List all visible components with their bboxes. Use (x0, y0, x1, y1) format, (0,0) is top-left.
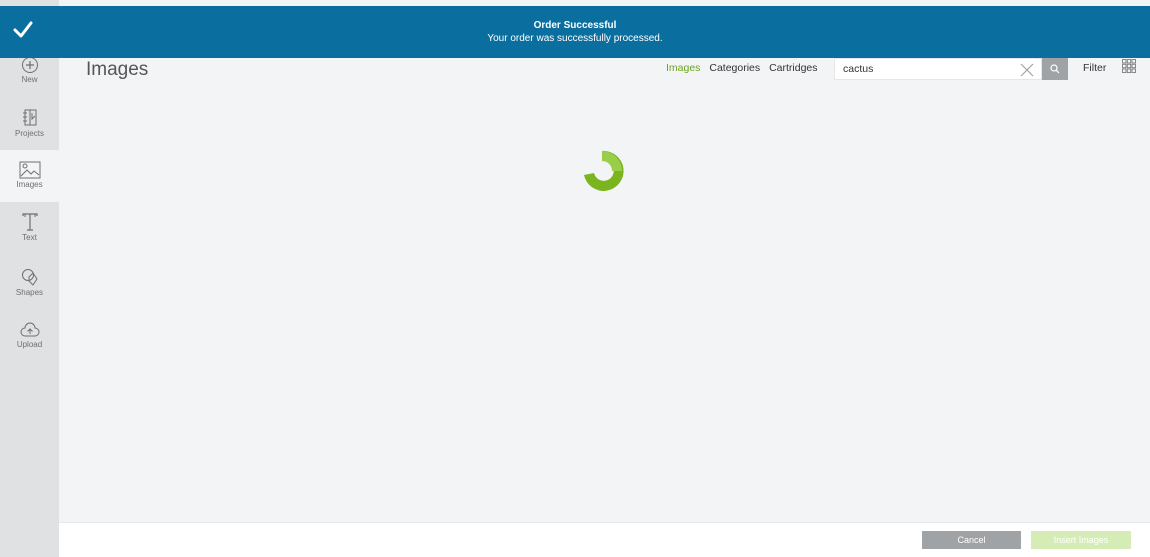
tab-cartridges[interactable]: Cartridges (769, 62, 817, 74)
sidebar-item-text[interactable]: Text (0, 210, 59, 262)
projects-icon (22, 109, 36, 126)
sidebar-item-images[interactable]: Images (0, 150, 59, 202)
filter-button[interactable]: Filter (1083, 62, 1106, 74)
sidebar-item-label: Text (22, 233, 37, 242)
sidebar-item-upload[interactable]: Upload (0, 318, 59, 370)
view-tabs: Images Categories Cartridges (666, 62, 824, 74)
text-icon (21, 213, 38, 231)
insert-images-button[interactable]: Insert Images (1031, 531, 1131, 549)
search-box (834, 58, 1042, 80)
notification-message: Order Successful Your order was successf… (0, 19, 1150, 45)
sidebar-item-shapes[interactable]: Shapes (0, 264, 59, 316)
notification-text: Your order was successfully processed. (487, 33, 663, 44)
plus-circle-icon (21, 57, 38, 73)
tab-images[interactable]: Images (666, 62, 700, 74)
search-button[interactable] (1042, 58, 1068, 80)
sidebar-item-label: Upload (16, 340, 43, 349)
shapes-icon (21, 269, 38, 286)
grid-view-icon[interactable] (1122, 59, 1136, 73)
sidebar-item-label: Projects (15, 129, 44, 138)
sidebar-item-label: New (21, 75, 38, 84)
notification-banner: Order Successful Your order was successf… (0, 6, 1150, 58)
clear-search-icon[interactable] (1019, 62, 1035, 78)
sidebar-item-label: Shapes (15, 288, 44, 297)
search-icon (1050, 64, 1060, 74)
notification-title: Order Successful (533, 20, 617, 31)
tab-categories[interactable]: Categories (709, 62, 760, 74)
sidebar: New Projects Images Text Shapes Upload (0, 0, 59, 557)
upload-cloud-icon (20, 322, 39, 337)
cancel-button[interactable]: Cancel (922, 531, 1021, 549)
sidebar-item-label: Images (16, 180, 43, 189)
search-input[interactable] (843, 63, 1013, 75)
image-icon (19, 161, 40, 179)
page-title: Images (86, 59, 149, 80)
loading-spinner-icon (584, 150, 624, 191)
sidebar-item-new[interactable]: New (0, 54, 59, 106)
